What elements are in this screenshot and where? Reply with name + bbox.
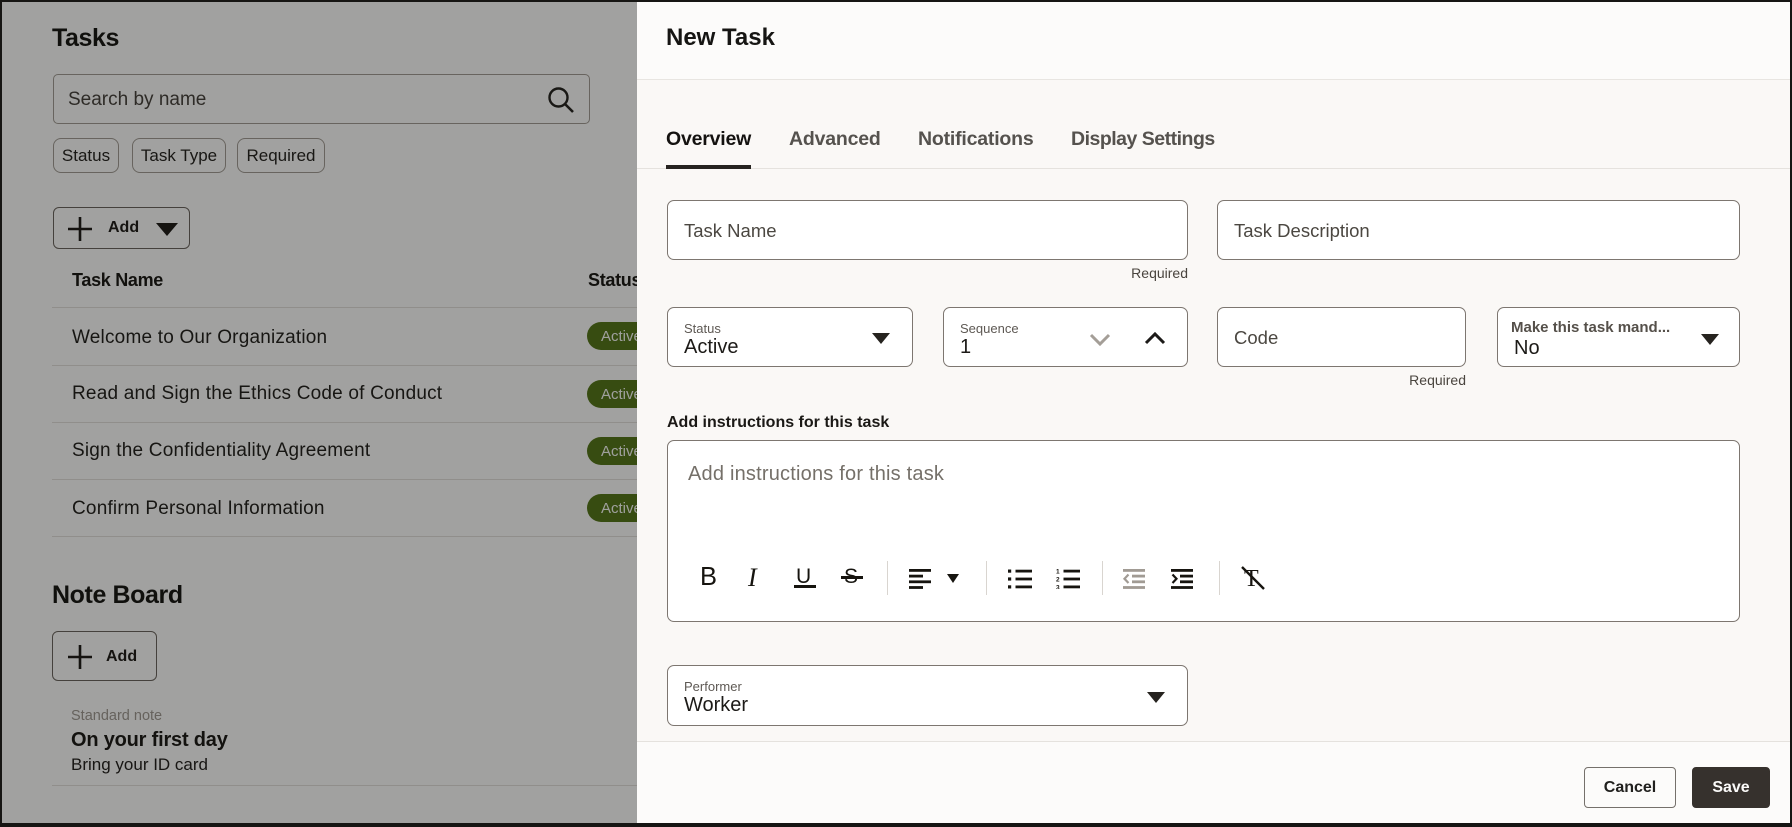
svg-text:3: 3 — [1056, 584, 1060, 589]
svg-text:1: 1 — [1056, 569, 1060, 576]
svg-text:2: 2 — [1056, 577, 1060, 584]
